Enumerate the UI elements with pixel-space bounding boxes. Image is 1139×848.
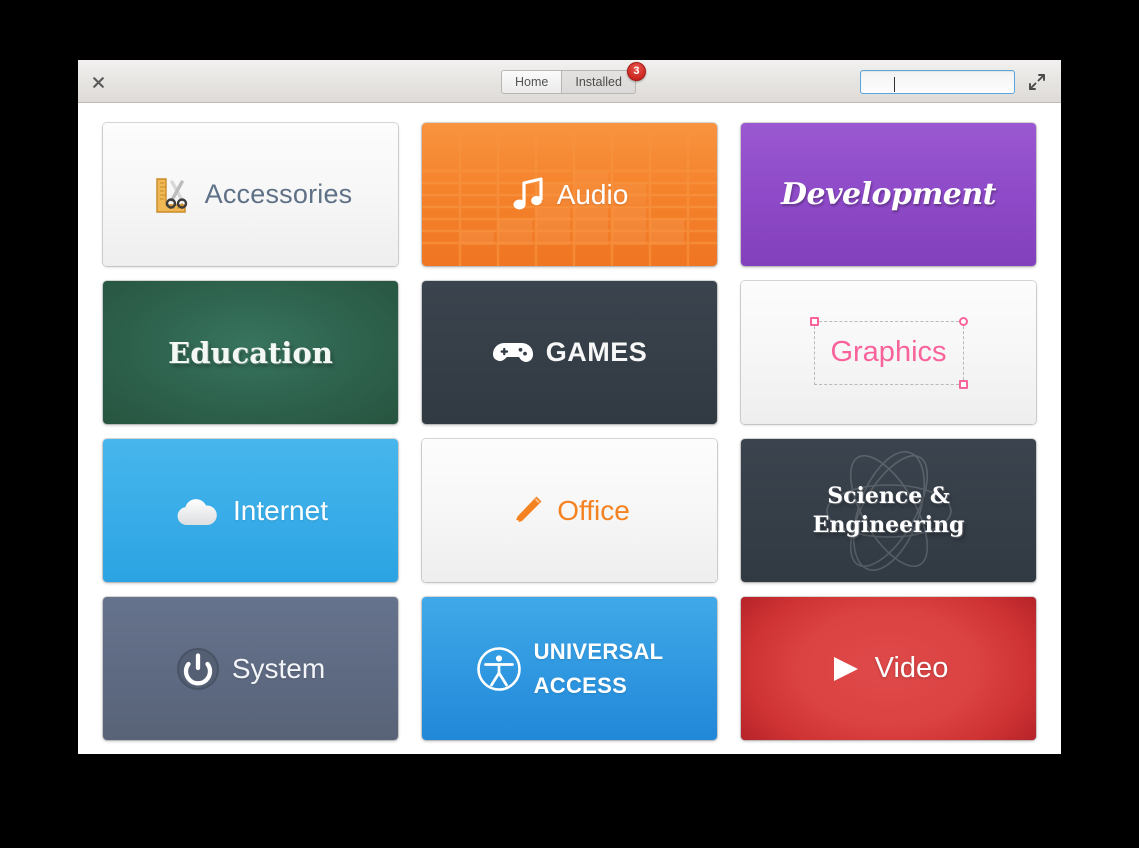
category-tile-audio[interactable]: Audio bbox=[422, 123, 717, 266]
ruler-scissors-icon bbox=[155, 177, 187, 213]
category-label-games: GAMES bbox=[545, 337, 648, 367]
titlebar: Home Installed 3 bbox=[78, 60, 1061, 103]
close-icon bbox=[92, 76, 104, 88]
category-tile-accessories[interactable]: Accessories bbox=[103, 123, 398, 266]
category-grid: Accessories Audio Development Education … bbox=[78, 104, 1061, 754]
text-cursor bbox=[894, 77, 895, 92]
tab-home[interactable]: Home bbox=[501, 70, 562, 94]
play-icon bbox=[833, 656, 858, 681]
selection-handle-top-right bbox=[958, 316, 968, 326]
category-label-development: Development bbox=[780, 177, 997, 212]
category-tile-system[interactable]: System bbox=[103, 597, 398, 740]
category-tile-science[interactable]: Science & Engineering bbox=[741, 439, 1036, 582]
selection-handle-bottom-right bbox=[958, 379, 968, 389]
category-tile-games[interactable]: GAMES bbox=[422, 281, 717, 424]
fullscreen-button[interactable] bbox=[1027, 72, 1047, 92]
search-input[interactable] bbox=[866, 73, 1027, 91]
category-tile-education[interactable]: Education bbox=[103, 281, 398, 424]
category-label-internet: Internet bbox=[233, 494, 328, 526]
tab-installed-label: Installed bbox=[575, 75, 622, 89]
category-label-video: Video bbox=[874, 652, 949, 684]
pencil-icon bbox=[515, 496, 542, 523]
power-icon bbox=[176, 647, 219, 690]
category-label-graphics: Graphics bbox=[830, 336, 947, 368]
expand-fullscreen-icon bbox=[1029, 74, 1045, 90]
category-tile-graphics[interactable]: Graphics bbox=[741, 281, 1036, 424]
music-note-icon bbox=[513, 176, 543, 209]
tab-installed[interactable]: Installed 3 bbox=[561, 62, 646, 94]
category-label-universal-access: UNIVERSAL ACCESS bbox=[533, 639, 664, 698]
close-button[interactable] bbox=[88, 72, 108, 92]
category-label-accessories: Accessories bbox=[204, 179, 353, 209]
view-tabs: Home Installed 3 bbox=[501, 62, 646, 94]
category-label-education: Education bbox=[168, 335, 333, 370]
gamepad-icon bbox=[492, 342, 533, 362]
category-tile-development[interactable]: Development bbox=[741, 123, 1036, 266]
category-label-office: Office bbox=[557, 494, 630, 526]
tab-home-label: Home bbox=[515, 75, 549, 89]
search-box[interactable] bbox=[860, 70, 1027, 94]
installed-count-badge: 3 bbox=[626, 62, 646, 81]
category-label-science: Science & Engineering bbox=[812, 483, 965, 538]
category-label-system: System bbox=[231, 652, 326, 684]
accessibility-icon bbox=[476, 646, 521, 691]
software-manager-window: Home Installed 3 Accessories Audio Devel… bbox=[78, 60, 1061, 754]
category-tile-universal-access[interactable]: UNIVERSAL ACCESS bbox=[422, 597, 717, 740]
selection-handle-top-left bbox=[809, 316, 819, 326]
category-tile-video[interactable]: Video bbox=[741, 597, 1036, 740]
cloud-icon bbox=[177, 498, 217, 525]
category-label-audio: Audio bbox=[556, 178, 629, 210]
category-tile-office[interactable]: Office bbox=[422, 439, 717, 582]
category-tile-internet[interactable]: Internet bbox=[103, 439, 398, 582]
